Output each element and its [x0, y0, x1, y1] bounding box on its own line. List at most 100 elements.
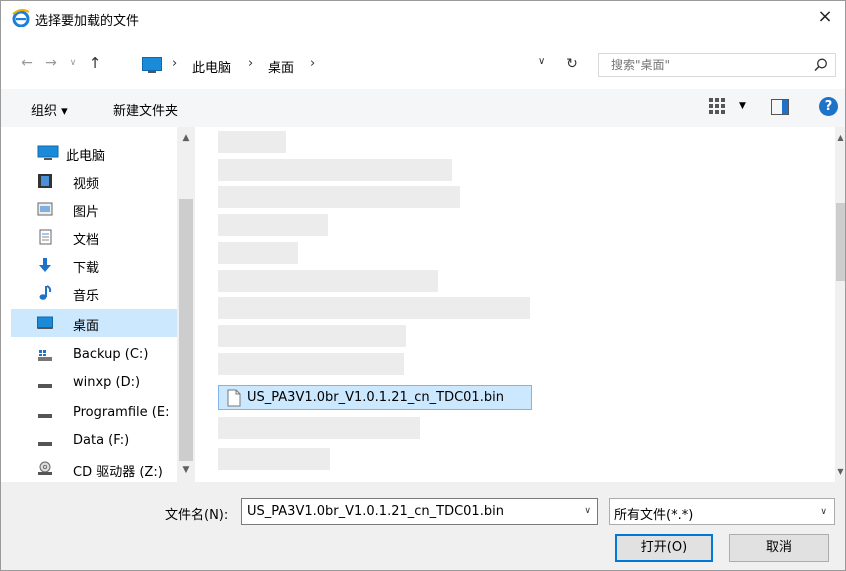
view-options-dropdown-icon[interactable]: ▼: [739, 101, 746, 111]
view-grid-icon[interactable]: [708, 97, 726, 115]
nav-item-this-pc[interactable]: 此电脑: [11, 139, 177, 167]
redacted-file-entry: [218, 417, 420, 439]
nav-item-label: CD 驱动器 (Z:): [73, 465, 163, 480]
music-icon: [39, 285, 52, 300]
filename-combo[interactable]: ∨: [241, 498, 598, 525]
nav-item-label: 下载: [73, 261, 100, 276]
computer-icon: [37, 145, 59, 160]
file-list-scrollbar[interactable]: ▲ ▼: [835, 127, 845, 482]
nav-item-drive-e[interactable]: Programfile (E:: [11, 399, 177, 427]
nav-item-label: 此电脑: [66, 149, 106, 164]
open-file-dialog: 选择要加载的文件 × ← → ∨ ↑ › 此电脑 › 桌面 › ∨ ↻ 组织 ▾…: [0, 0, 846, 571]
file-item-selected[interactable]: US_PA3V1.0br_V1.0.1.21_cn_TDC01.bin: [218, 385, 532, 410]
breadcrumb-this-pc[interactable]: 此电脑: [192, 57, 231, 76]
file-type-select[interactable]: 所有文件(*.*) ∨: [609, 498, 835, 525]
nav-item-label: Programfile (E:: [73, 405, 170, 420]
help-icon[interactable]: ?: [819, 97, 838, 116]
nav-item-documents[interactable]: 文档: [11, 223, 177, 251]
nav-item-drive-d[interactable]: winxp (D:): [11, 369, 177, 397]
drive-icon: [38, 384, 52, 388]
refresh-icon: ↻: [566, 56, 578, 72]
nav-item-cd-drive-z[interactable]: CD 驱动器 (Z:): [11, 455, 177, 482]
redacted-file-entry: [218, 353, 404, 375]
redacted-file-entry: [218, 270, 438, 292]
search-box[interactable]: [598, 53, 836, 77]
search-input[interactable]: [599, 54, 799, 76]
breadcrumb-desktop[interactable]: 桌面: [268, 57, 294, 76]
pictures-icon: [37, 202, 53, 216]
computer-icon: [142, 57, 162, 73]
bottom-panel: 文件名(N): ∨ 所有文件(*.*) ∨ 打开(O) 取消: [1, 482, 845, 570]
nav-item-drive-c[interactable]: Backup (C:): [11, 341, 177, 369]
file-list: US_PA3V1.0br_V1.0.1.21_cn_TDC01.bin: [201, 127, 835, 482]
address-row: ← → ∨ ↑ › 此电脑 › 桌面 › ∨ ↻: [1, 45, 845, 85]
preview-pane-icon[interactable]: [771, 99, 789, 115]
back-button[interactable]: ←: [17, 51, 37, 75]
nav-item-label: Data (F:): [73, 433, 130, 448]
address-dropdown-icon[interactable]: ∨: [538, 56, 545, 67]
close-button[interactable]: ×: [805, 1, 845, 35]
nav-item-desktop[interactable]: 桌面: [11, 309, 177, 337]
navigation-pane: 此电脑 视频 图片 文档 下载 音乐 桌面 Backup (C:) winxp …: [1, 127, 197, 482]
nav-item-label: 图片: [73, 205, 100, 220]
file-name: US_PA3V1.0br_V1.0.1.21_cn_TDC01.bin: [247, 390, 504, 405]
desktop-icon: [37, 316, 53, 329]
cd-drive-icon: [38, 461, 52, 475]
file-type-value: 所有文件(*.*): [614, 508, 694, 523]
nav-item-label: 文档: [73, 233, 100, 248]
nav-item-label: 桌面: [73, 319, 100, 334]
filename-input[interactable]: [242, 499, 572, 524]
up-button[interactable]: ↑: [85, 51, 105, 75]
nav-pane-scrollbar[interactable]: ▲ ▼: [177, 127, 195, 482]
nav-item-videos[interactable]: 视频: [11, 167, 177, 195]
organize-menu[interactable]: 组织 ▾: [31, 100, 68, 119]
arrow-up-icon: ↑: [88, 54, 102, 72]
download-icon: [39, 258, 51, 272]
search-icon: [814, 58, 827, 72]
nav-item-music[interactable]: 音乐: [11, 279, 177, 307]
redacted-file-entry: [218, 186, 460, 208]
redacted-file-entry: [218, 297, 530, 319]
arrow-left-icon: ←: [21, 55, 33, 71]
chevron-right-icon: ›: [248, 56, 254, 71]
filename-label: 文件名(N):: [165, 508, 229, 523]
scroll-down-icon[interactable]: ▼: [835, 463, 845, 481]
arrow-right-icon: →: [45, 55, 57, 71]
scroll-up-icon[interactable]: ▲: [177, 129, 195, 147]
nav-item-label: 音乐: [73, 289, 100, 304]
nav-item-downloads[interactable]: 下载: [11, 251, 177, 279]
ie-logo-icon: [12, 9, 30, 27]
scroll-up-icon[interactable]: ▲: [835, 129, 845, 147]
recent-locations-button[interactable]: ∨: [63, 51, 83, 75]
chevron-right-icon: ›: [310, 56, 316, 71]
address-bar[interactable]: › 此电脑 › 桌面 ›: [109, 53, 589, 77]
chevron-down-icon[interactable]: ∨: [584, 506, 591, 516]
redacted-file-entry: [218, 214, 328, 236]
redacted-file-entry: [218, 325, 406, 347]
new-folder-button[interactable]: 新建文件夹: [113, 100, 178, 119]
redacted-file-entry: [218, 242, 298, 264]
drive-icon: [38, 414, 52, 418]
refresh-button[interactable]: ↻: [560, 53, 584, 75]
title-bar: 选择要加载的文件 ×: [1, 1, 845, 35]
nav-item-pictures[interactable]: 图片: [11, 195, 177, 223]
nav-item-drive-f[interactable]: Data (F:): [11, 427, 177, 455]
cancel-button[interactable]: 取消: [729, 534, 829, 562]
forward-button[interactable]: →: [41, 51, 61, 75]
chevron-down-icon: ∨: [820, 507, 827, 517]
window-title: 选择要加载的文件: [35, 14, 140, 29]
file-icon: [227, 389, 241, 407]
chevron-down-icon: ∨: [69, 58, 77, 68]
close-icon: ×: [817, 6, 833, 27]
scrollbar-thumb[interactable]: [179, 199, 193, 461]
redacted-file-entry: [218, 159, 452, 181]
scroll-down-icon[interactable]: ▼: [177, 461, 195, 479]
redacted-file-entry: [218, 131, 286, 153]
chevron-right-icon: ›: [172, 56, 178, 71]
documents-icon: [39, 229, 52, 245]
nav-item-label: 视频: [73, 177, 100, 192]
scrollbar-thumb[interactable]: [836, 203, 845, 281]
drive-icon: [38, 442, 52, 446]
nav-item-label: Backup (C:): [73, 347, 149, 362]
open-button[interactable]: 打开(O): [615, 534, 713, 562]
